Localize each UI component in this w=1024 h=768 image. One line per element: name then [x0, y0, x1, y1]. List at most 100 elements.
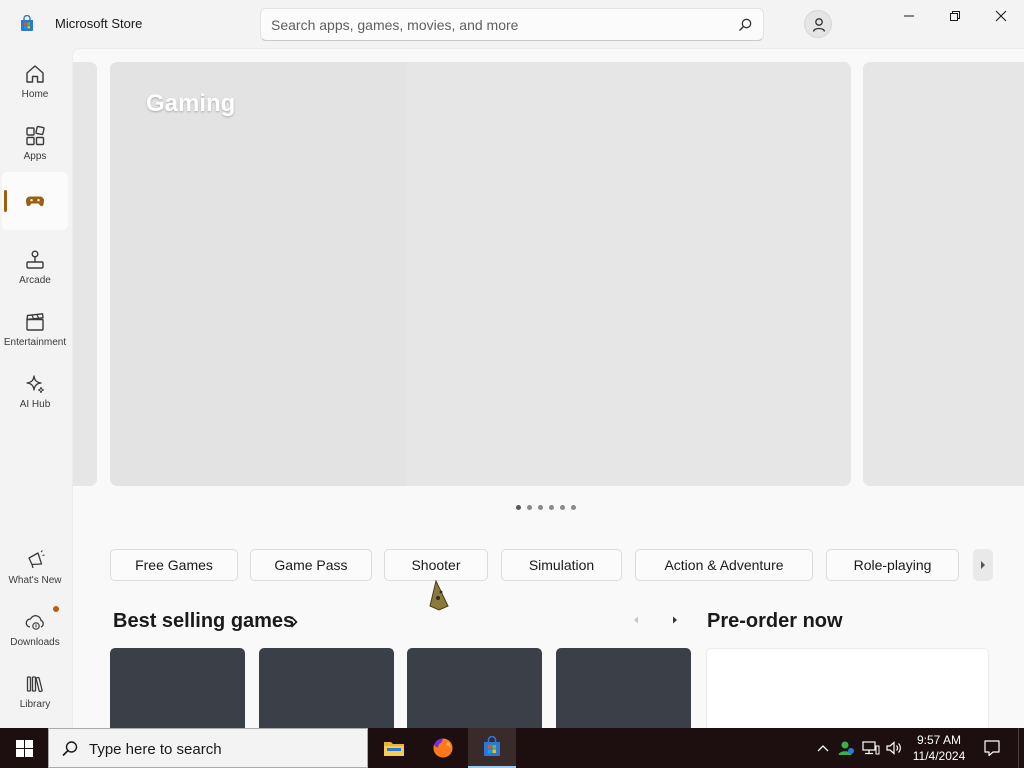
store-logo-icon — [18, 14, 36, 33]
game-card[interactable] — [259, 648, 394, 728]
notifications-button[interactable] — [980, 728, 1004, 768]
chips-next-button[interactable] — [973, 549, 993, 581]
sidebar-item-entertainment[interactable]: Entertainment — [2, 300, 68, 358]
best-selling-prev-button[interactable] — [625, 609, 647, 631]
section-title-best-selling[interactable]: Best selling games — [113, 610, 294, 633]
close-icon — [995, 10, 1007, 22]
store-taskbar-button[interactable] — [468, 728, 516, 768]
person-icon — [812, 18, 826, 32]
mouse-cursor-icon — [427, 579, 451, 617]
people-tray-button[interactable] — [836, 728, 856, 768]
restore-icon — [950, 11, 960, 21]
hero-title: Gaming — [146, 90, 236, 117]
sidebar-item-whats-new[interactable]: What's New — [2, 538, 68, 596]
hero-next-slide[interactable] — [863, 62, 1024, 486]
tray-overflow-button[interactable] — [814, 728, 832, 768]
search-input[interactable] — [271, 15, 731, 35]
chip-free-games[interactable]: Free Games — [110, 549, 238, 581]
clapperboard-icon — [26, 312, 44, 331]
start-button[interactable] — [0, 728, 48, 768]
carousel-dot[interactable] — [571, 505, 576, 510]
carousel-dot[interactable] — [527, 505, 532, 510]
title-bar: Microsoft Store — [0, 0, 1024, 48]
chip-game-pass[interactable]: Game Pass — [250, 549, 372, 581]
show-desktop-button[interactable] — [1018, 728, 1019, 768]
hero-banner[interactable]: Gaming — [110, 62, 851, 486]
sidebar-item-label: Apps — [23, 150, 47, 162]
network-icon — [862, 741, 880, 755]
sparkle-icon — [26, 374, 44, 393]
game-card[interactable] — [556, 648, 691, 728]
firefox-icon — [433, 738, 453, 758]
taskbar-clock[interactable]: 9:57 AM 11/4/2024 — [906, 732, 972, 764]
game-card[interactable] — [407, 648, 542, 728]
sidebar-item-label: Entertainment — [3, 336, 67, 348]
taskbar-search[interactable]: Type here to search — [48, 728, 368, 768]
sidebar-item-label: Library — [19, 698, 51, 710]
cloud-download-icon — [25, 614, 44, 630]
sidebar-item-label: Downloads — [10, 636, 60, 648]
sidebar-item-home[interactable]: Home — [2, 52, 68, 110]
section-title-pre-order[interactable]: Pre-order now — [707, 610, 843, 633]
hero-previous-slide[interactable] — [73, 62, 97, 486]
apps-icon — [26, 125, 45, 145]
sidebar-item-label: AI Hub — [19, 398, 51, 410]
chip-role-playing[interactable]: Role-playing — [826, 549, 959, 581]
speaker-icon — [886, 741, 901, 755]
game-card[interactable] — [110, 648, 245, 728]
chevron-right-icon[interactable] — [289, 615, 299, 634]
network-tray-button[interactable] — [860, 728, 882, 768]
volume-tray-button[interactable] — [884, 728, 904, 768]
restore-button[interactable] — [932, 0, 978, 32]
file-explorer-icon — [384, 742, 404, 756]
sidebar-item-apps[interactable]: Apps — [2, 114, 68, 172]
sidebar-item-gaming[interactable] — [2, 172, 68, 230]
windows-icon — [15, 739, 33, 757]
gamepad-icon — [25, 196, 45, 207]
account-button[interactable] — [804, 10, 832, 38]
sidebar-item-label: Arcade — [19, 274, 51, 286]
carousel-dot[interactable] — [516, 505, 521, 510]
taskbar: Type here to search 9:57 AM 11/4/2024 — [0, 728, 1024, 768]
carousel-dots — [516, 505, 576, 510]
megaphone-icon — [28, 549, 45, 568]
chevron-up-icon — [817, 745, 829, 752]
people-icon — [838, 741, 854, 755]
home-icon — [26, 64, 44, 83]
taskbar-search-text: Type here to search — [89, 741, 222, 758]
minimize-icon — [904, 15, 914, 17]
carousel-dot[interactable] — [538, 505, 543, 510]
joystick-icon — [26, 250, 44, 269]
sidebar-item-label: Home — [21, 88, 49, 100]
best-selling-next-button[interactable] — [664, 609, 686, 631]
close-button[interactable] — [978, 0, 1024, 32]
main-content: Gaming Free Games Game Pass Shooter Simu… — [72, 48, 1024, 728]
sidebar-item-library[interactable]: Library — [2, 662, 68, 720]
file-explorer-button[interactable] — [370, 728, 418, 768]
chevron-left-icon — [634, 616, 638, 624]
sidebar-item-label: What's New — [8, 574, 62, 586]
chip-action-adventure[interactable]: Action & Adventure — [635, 549, 813, 581]
pre-order-card[interactable] — [706, 648, 989, 728]
sidebar-item-arcade[interactable]: Arcade — [2, 238, 68, 296]
search-icon[interactable] — [737, 17, 753, 33]
sidebar-item-ai-hub[interactable]: AI Hub — [2, 362, 68, 420]
chevron-right-icon — [673, 616, 677, 624]
store-icon — [484, 736, 500, 756]
carousel-dot[interactable] — [560, 505, 565, 510]
search-icon — [62, 741, 78, 757]
sidebar-item-downloads[interactable]: Downloads — [2, 600, 68, 658]
chevron-right-icon — [981, 561, 985, 569]
library-icon — [26, 675, 43, 692]
app-title: Microsoft Store — [55, 16, 143, 31]
firefox-button[interactable] — [419, 728, 467, 768]
chip-shooter[interactable]: Shooter — [384, 549, 488, 581]
notification-icon — [984, 740, 1000, 757]
search-box[interactable] — [260, 8, 764, 41]
active-indicator — [4, 190, 7, 212]
sidebar: Home Apps Arcade Entertainment AI Hub Wh… — [0, 48, 72, 728]
minimize-button[interactable] — [886, 0, 932, 32]
carousel-dot[interactable] — [549, 505, 554, 510]
clock-time: 9:57 AM — [916, 733, 962, 747]
chip-simulation[interactable]: Simulation — [501, 549, 622, 581]
